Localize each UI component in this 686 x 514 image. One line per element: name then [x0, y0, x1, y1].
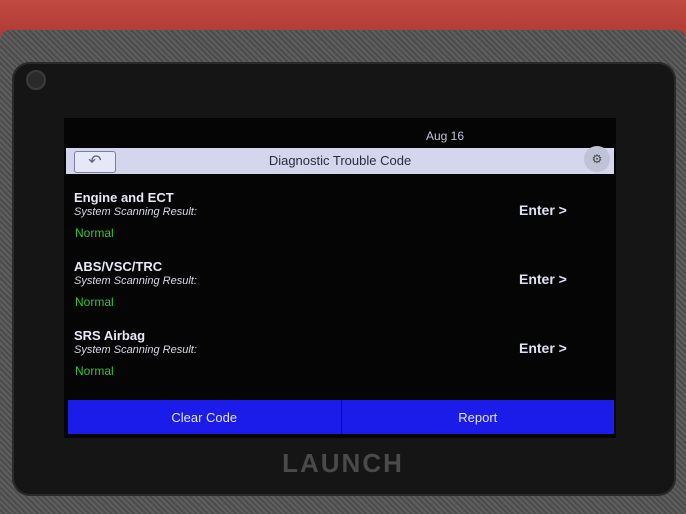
- device-screen: Aug 16 ↶ Diagnostic Trouble Code ⚙ Engin…: [64, 118, 616, 438]
- scan-result-value: Normal: [75, 295, 114, 309]
- enter-button[interactable]: Enter >: [519, 202, 567, 218]
- scan-result-value: Normal: [75, 364, 114, 378]
- scan-result-label: System Scanning Result:: [74, 344, 197, 356]
- system-name: SRS Airbag: [74, 328, 146, 343]
- clear-code-button[interactable]: Clear Code: [68, 400, 341, 434]
- action-bar: Clear Code Report: [68, 400, 614, 434]
- enter-button[interactable]: Enter >: [519, 271, 567, 287]
- title-bar: ↶ Diagnostic Trouble Code ⚙: [66, 146, 614, 174]
- system-row-engine: Engine and ECT System Scanning Result: N…: [64, 190, 616, 250]
- settings-icon[interactable]: ⚙: [584, 146, 610, 172]
- report-button[interactable]: Report: [342, 400, 615, 434]
- enter-button[interactable]: Enter >: [519, 340, 567, 356]
- status-date: Aug 16: [426, 129, 465, 143]
- scan-result-value: Normal: [75, 226, 114, 240]
- camera-icon: [26, 70, 46, 90]
- scan-result-label: System Scanning Result:: [74, 275, 197, 287]
- page-title: Diagnostic Trouble Code: [268, 153, 412, 168]
- brand-logo: LAUNCH: [282, 448, 404, 478]
- system-name: ABS/VSC/TRC: [74, 259, 163, 274]
- status-bar: Aug 16: [64, 126, 616, 146]
- system-row-abs: ABS/VSC/TRC System Scanning Result: Norm…: [64, 259, 616, 319]
- system-row-srs: SRS Airbag System Scanning Result: Norma…: [64, 328, 616, 388]
- system-name: Engine and ECT: [74, 190, 174, 205]
- scan-result-label: System Scanning Result:: [74, 206, 197, 218]
